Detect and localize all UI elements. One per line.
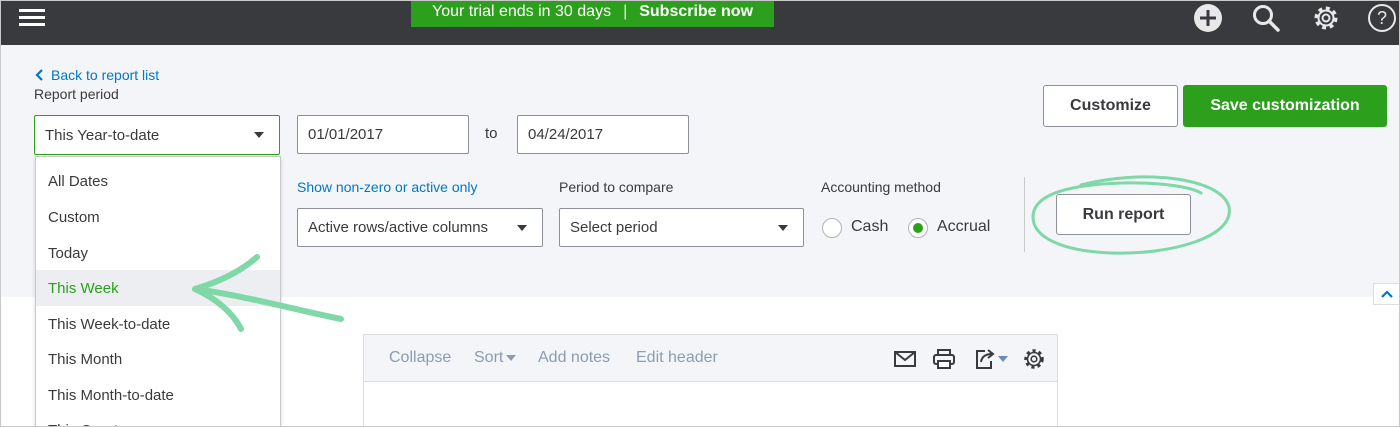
chevron-down-icon <box>778 225 788 231</box>
accrual-label: Accrual <box>937 218 991 235</box>
collapse-panel-button[interactable] <box>1373 283 1399 305</box>
subscribe-now-link[interactable]: Subscribe now <box>639 3 753 21</box>
highlight-circle-annotation <box>1031 175 1231 255</box>
chevron-down-icon <box>254 132 264 138</box>
date-from-input[interactable]: 01/01/2017 <box>297 115 469 154</box>
period-to-compare-label: Period to compare <box>559 179 674 195</box>
trial-banner: Your trial ends in 30 days | Subscribe n… <box>411 1 774 27</box>
svg-text:?: ? <box>1377 8 1387 28</box>
date-range-to-label: to <box>485 125 498 142</box>
accrual-radio[interactable] <box>908 218 928 238</box>
cash-radio[interactable] <box>822 218 842 238</box>
app-window: Your trial ends in 30 days | Subscribe n… <box>0 0 1400 427</box>
gear-icon[interactable] <box>1311 3 1341 33</box>
help-icon[interactable]: ? <box>1367 3 1397 33</box>
report-period-select[interactable]: This Year-to-date <box>34 115 280 155</box>
print-icon[interactable] <box>932 347 956 371</box>
report-settings-gear-icon[interactable] <box>1022 347 1046 371</box>
chevron-down-icon <box>517 225 527 231</box>
chevron-left-icon <box>35 69 43 81</box>
search-icon[interactable] <box>1251 3 1281 33</box>
report-toolbar: Collapse Sort Add notes Edit header <box>364 335 1057 382</box>
chevron-down-icon <box>506 355 517 361</box>
hamburger-menu-icon[interactable] <box>19 7 45 29</box>
add-notes-link[interactable]: Add notes <box>538 349 610 367</box>
save-customization-button[interactable]: Save customization <box>1183 85 1387 127</box>
trial-message: Your trial ends in 30 days <box>431 3 612 20</box>
collapse-link[interactable]: Collapse <box>389 349 451 367</box>
show-non-zero-label[interactable]: Show non-zero or active only <box>297 179 478 195</box>
report-period-option[interactable]: All Dates <box>36 163 280 199</box>
report-period-option[interactable]: This Quarter <box>36 412 280 427</box>
date-to-input[interactable]: 04/24/2017 <box>517 115 689 154</box>
plus-icon[interactable] <box>1193 3 1223 33</box>
top-bar: Your trial ends in 30 days | Subscribe n… <box>1 1 1399 45</box>
report-period-label: Report period <box>34 86 119 102</box>
trial-separator: | <box>623 3 628 20</box>
export-icon[interactable] <box>973 347 1013 371</box>
edit-header-link[interactable]: Edit header <box>636 349 718 367</box>
accounting-method-label: Accounting method <box>821 179 941 195</box>
email-icon[interactable] <box>893 350 917 368</box>
chevron-up-icon <box>1381 290 1393 298</box>
period-to-compare-select[interactable]: Select period <box>559 208 804 247</box>
back-to-report-list-link[interactable]: Back to report list <box>34 67 159 83</box>
cash-label: Cash <box>851 218 889 235</box>
report-period-selected: This Year-to-date <box>45 126 160 144</box>
report-period-option[interactable]: This Month-to-date <box>36 377 280 413</box>
arrow-annotation <box>192 254 344 332</box>
report-area: Collapse Sort Add notes Edit header <box>363 334 1058 426</box>
report-period-option[interactable]: Custom <box>36 199 280 235</box>
sort-dropdown[interactable]: Sort <box>474 349 517 367</box>
report-period-option[interactable]: This Month <box>36 341 280 377</box>
customize-button[interactable]: Customize <box>1043 85 1178 127</box>
show-rows-select[interactable]: Active rows/active columns <box>297 208 543 247</box>
